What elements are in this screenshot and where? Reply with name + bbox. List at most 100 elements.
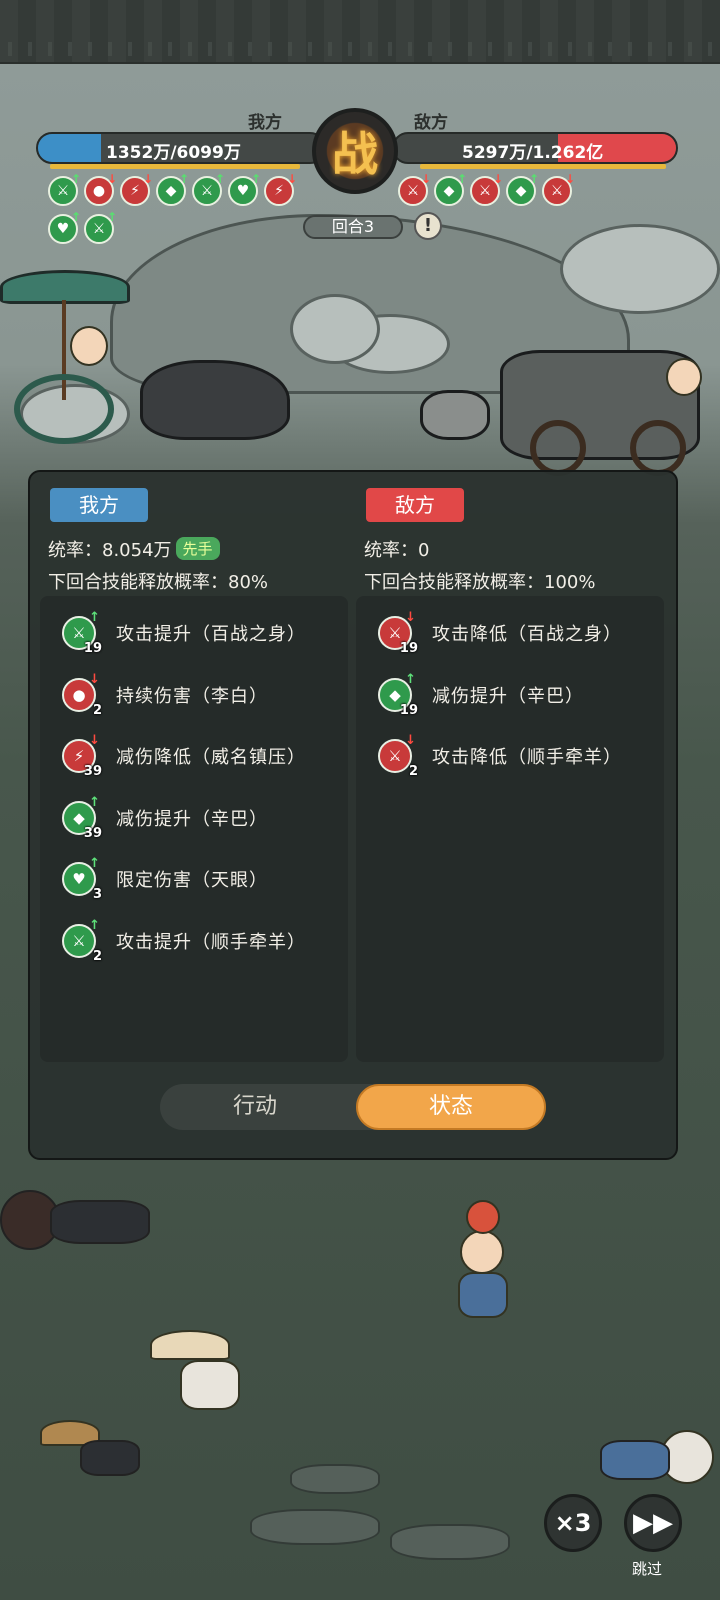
round-indicator: 回合3 <box>303 215 403 239</box>
rock <box>250 1509 380 1545</box>
sword-icon[interactable]: ⚔ ↓ <box>398 172 431 206</box>
enemy-side-label: 敌方 <box>414 113 448 133</box>
effect-row: ● ↓ 2 持续伤害（李白） <box>62 672 268 718</box>
tab-toggle: 行动 状态 <box>160 1084 546 1130</box>
effect-count: 19 <box>399 702 418 718</box>
effect-row: ◆ ↑ 19 减伤提升（辛巴） <box>378 672 584 718</box>
sword-icon[interactable]: ⚔ ↓ <box>542 172 575 206</box>
ally-command-text: 统率：8.054万 <box>48 540 172 561</box>
ally-command: 统率：8.054万 先手 <box>48 536 220 562</box>
speed-button[interactable]: ×3 <box>544 1494 602 1552</box>
ally-buff-row: ⚔ ↑ ● ↓ ⚡ ↓ ◆ ↑ ⚔ ↑ ♥ ↑ ⚡ ↓ <box>48 172 297 206</box>
broken-shield-icon: ⚡ ↓ 39 <box>62 733 102 779</box>
sword-icon[interactable]: ⚔ ↑ <box>48 172 81 206</box>
enemy-hp-text: 5297万/1.262亿 <box>462 143 604 163</box>
effect-count: 3 <box>92 887 102 902</box>
sword-icon: ⚔ ↓ 19 <box>378 610 418 656</box>
rock <box>290 1464 380 1494</box>
ally-energy-bar <box>50 164 300 169</box>
top-pattern-strip <box>0 0 720 64</box>
enemy-effect-list: ⚔ ↓ 19 攻击降低（百战之身） ◆ ↑ 19 减伤提升（辛巴） ⚔ ↓ 2 攻击降低（顺手牵羊） <box>356 596 664 1062</box>
sword-icon[interactable]: ⚔ ↑ <box>192 172 225 206</box>
effect-label: 限定伤害（天眼） <box>116 870 268 891</box>
effect-label: 攻击提升（百战之身） <box>116 624 306 645</box>
sword-icon: ⚔ ↑ 2 <box>62 918 102 964</box>
ally-side-label: 我方 <box>248 113 282 133</box>
fast-forward-icon: ▶▶ <box>633 1508 673 1538</box>
arrow-up-icon: ↑ <box>89 794 100 810</box>
ally-effect-list: ⚔ ↑ 19 攻击提升（百战之身） ● ↓ 2 持续伤害（李白） ⚡ ↓ 39 减伤降低（威名镇压） ◆… <box>40 596 348 1062</box>
enemy-skill-rate: 下回合技能释放概率：100% <box>364 572 596 593</box>
effect-row: ⚔ ↑ 19 攻击提升（百战之身） <box>62 610 306 656</box>
effect-label: 攻击提升（顺手牵羊） <box>116 931 306 953</box>
blood-drop-icon[interactable]: ● ↓ <box>84 172 117 206</box>
sword-icon: ⚔ ↓ 2 <box>378 733 418 779</box>
arrow-up-icon: ↑ <box>405 671 416 687</box>
heart-shield-icon[interactable]: ♥ ↑ <box>228 172 261 206</box>
effect-count: 39 <box>83 764 102 779</box>
character <box>0 1180 160 1260</box>
effect-label: 减伤提升（辛巴） <box>116 808 268 830</box>
character <box>30 1420 150 1500</box>
effect-label: 减伤降低（威名镇压） <box>116 747 306 768</box>
character <box>150 1330 250 1420</box>
heart-shield-icon[interactable]: ♥ ↑ <box>48 210 81 244</box>
ally-hp-text: 1352万/6099万 <box>106 143 241 163</box>
ally-hp-fill <box>38 134 101 162</box>
info-icon[interactable]: ! <box>414 212 442 240</box>
first-move-badge: 先手 <box>175 537 220 560</box>
sword-icon: ⚔ ↑ 19 <box>62 610 102 656</box>
effect-row: ⚔ ↓ 2 攻击降低（顺手牵羊） <box>378 733 622 779</box>
effect-label: 持续伤害（李白） <box>116 685 268 707</box>
effect-count: 19 <box>399 641 418 656</box>
broken-shield-icon[interactable]: ⚡ ↓ <box>264 172 297 206</box>
effect-label: 攻击降低（百战之身） <box>432 624 622 645</box>
effect-label: 减伤提升（辛巴） <box>432 685 584 707</box>
effect-count: 39 <box>83 825 102 841</box>
arrow-down-icon: ↓ <box>405 610 416 625</box>
effect-row: ◆ ↑ 39 减伤提升（辛巴） <box>62 795 268 841</box>
broken-shield-icon[interactable]: ⚡ ↓ <box>120 172 153 206</box>
enemy-buff-row: ⚔ ↓ ◆ ↑ ⚔ ↓ ◆ ↑ ⚔ ↓ <box>398 172 575 206</box>
cloud <box>290 294 380 364</box>
enemy-tag: 敌方 <box>366 488 464 522</box>
shield-icon: ◆ ↑ 39 <box>62 795 102 841</box>
enemy-hp-bar: 5297万/1.262亿 <box>392 132 678 164</box>
effect-row: ⚔ ↑ 2 攻击提升（顺手牵羊） <box>62 918 306 964</box>
effect-row: ⚡ ↓ 39 减伤降低（威名镇压） <box>62 733 306 779</box>
effect-row: ♥ ↑ 3 限定伤害（天眼） <box>62 856 268 902</box>
sword-icon[interactable]: ⚔ ↓ <box>470 172 503 206</box>
effect-count: 2 <box>92 948 102 964</box>
battle-emblem: 战 <box>312 108 398 194</box>
arrow-up-icon: ↑ <box>89 856 100 871</box>
arrow-down-icon: ↓ <box>89 733 100 748</box>
ally-chariot <box>0 270 300 470</box>
skip-label: 跳过 <box>632 1560 663 1578</box>
sword-icon[interactable]: ⚔ ↑ <box>84 210 117 244</box>
shield-icon[interactable]: ◆ ↑ <box>506 172 539 206</box>
shield-icon[interactable]: ◆ ↑ <box>156 172 189 206</box>
character <box>440 1160 530 1320</box>
ally-buff-row-2: ♥ ↑ ⚔ ↑ <box>48 210 117 244</box>
arrow-down-icon: ↓ <box>89 671 100 687</box>
character <box>600 1420 720 1500</box>
effect-count: 2 <box>408 764 418 779</box>
arrow-up-icon: ↑ <box>89 610 100 625</box>
cloud <box>560 224 720 314</box>
ally-skill-rate: 下回合技能释放概率：80% <box>48 572 269 593</box>
rock <box>390 1524 510 1560</box>
shield-icon[interactable]: ◆ ↑ <box>434 172 467 206</box>
effect-count: 2 <box>92 702 102 718</box>
effect-count: 19 <box>83 641 102 656</box>
effect-label: 攻击降低（顺手牵羊） <box>432 747 622 768</box>
heart-shield-icon: ♥ ↑ 3 <box>62 856 102 902</box>
enemy-siege-weapon <box>420 310 720 480</box>
tab-status[interactable]: 状态 <box>356 1084 546 1130</box>
shield-icon: ◆ ↑ 19 <box>378 672 418 718</box>
blood-drop-icon: ● ↓ 2 <box>62 672 102 718</box>
status-panel: 我方 敌方 统率：8.054万 先手 下回合技能释放概率：80% 统率：0 下回合… <box>28 470 678 1160</box>
skip-button[interactable]: ▶▶ <box>624 1494 682 1552</box>
arrow-down-icon: ↓ <box>405 733 416 748</box>
ally-tag: 我方 <box>50 488 148 522</box>
tab-action[interactable]: 行动 <box>160 1084 350 1130</box>
